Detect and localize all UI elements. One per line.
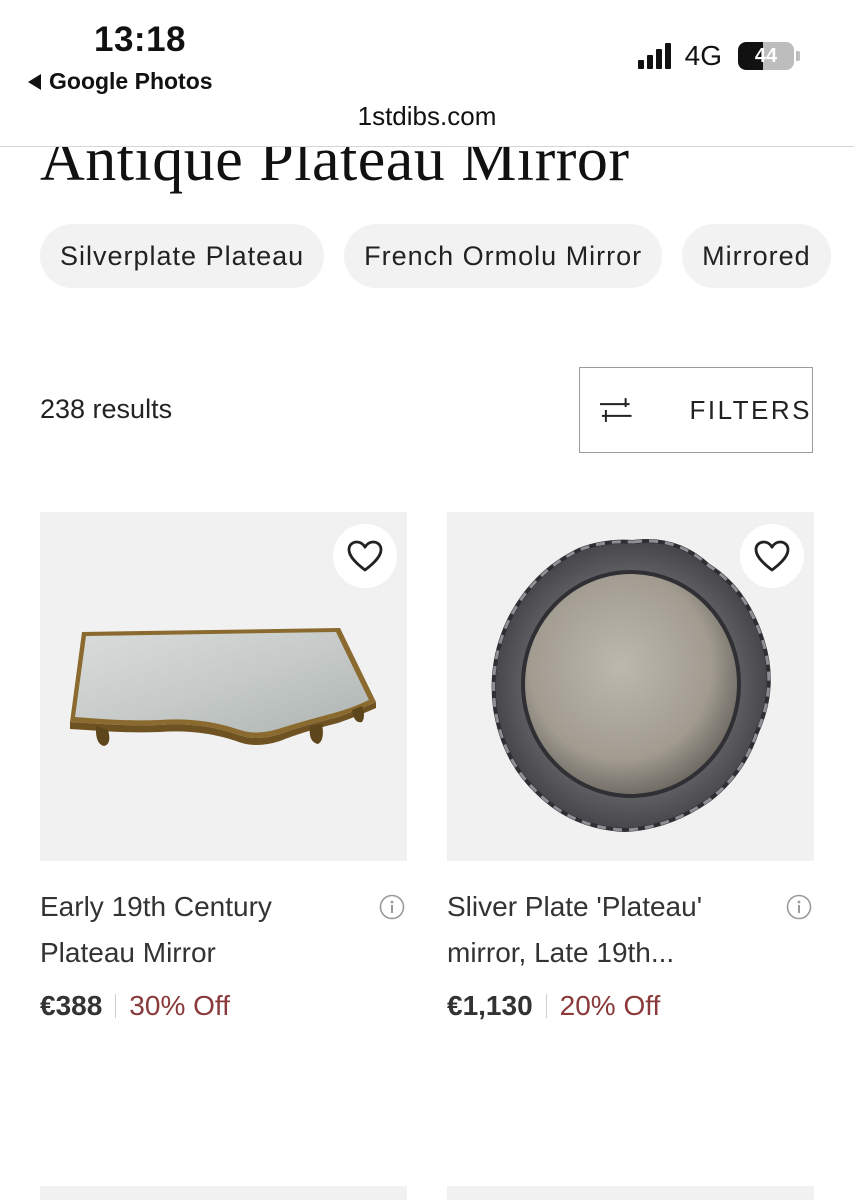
chip-silverplate-plateau[interactable]: Silverplate Plateau bbox=[40, 224, 325, 288]
heart-icon bbox=[347, 540, 383, 572]
product-title[interactable]: Sliver Plate 'Plateau' mirror, Late 19th… bbox=[447, 884, 747, 976]
product-price: €1,130 bbox=[447, 990, 533, 1021]
favorite-button[interactable] bbox=[740, 524, 804, 588]
product-card[interactable]: Early 19th Century Plateau Mirror €388 3… bbox=[40, 512, 407, 1021]
info-icon[interactable] bbox=[786, 894, 812, 920]
status-time: 13:18 bbox=[94, 20, 187, 59]
network-type: 4G bbox=[684, 40, 722, 71]
price-row: €388 30% Off bbox=[40, 990, 230, 1022]
product-price: €388 bbox=[40, 990, 103, 1021]
back-to-google-photos[interactable]: Google Photos bbox=[28, 68, 213, 95]
info-icon[interactable] bbox=[379, 894, 405, 920]
results-count: 238 results bbox=[40, 394, 173, 424]
product-discount: 20% Off bbox=[559, 990, 661, 1021]
product-image[interactable] bbox=[40, 512, 407, 861]
price-separator bbox=[545, 994, 547, 1018]
url-bar[interactable]: 1stdibs.com bbox=[0, 101, 854, 132]
product-title[interactable]: Early 19th Century Plateau Mirror bbox=[40, 884, 340, 976]
signal-icon bbox=[637, 43, 671, 69]
page-title-container: Antique Plateau Mirror bbox=[0, 147, 854, 207]
battery-icon: 44 bbox=[738, 42, 800, 70]
price-separator bbox=[115, 994, 117, 1018]
product-discount: 30% Off bbox=[129, 990, 230, 1021]
back-link-label: Google Photos bbox=[49, 68, 213, 94]
filters-icon bbox=[599, 398, 632, 422]
next-product-card[interactable] bbox=[40, 1186, 407, 1200]
filters-button[interactable]: FILTERS bbox=[579, 367, 813, 453]
next-product-card[interactable] bbox=[447, 1186, 814, 1200]
product-card[interactable]: Sliver Plate 'Plateau' mirror, Late 19th… bbox=[447, 512, 814, 1021]
product-image[interactable] bbox=[447, 512, 814, 861]
status-indicators: 4G 44 bbox=[637, 40, 800, 72]
chip-mirrored[interactable]: Mirrored bbox=[682, 224, 831, 288]
price-row: €1,130 20% Off bbox=[447, 990, 660, 1022]
battery-percent: 44 bbox=[754, 45, 778, 67]
related-search-chips: Silverplate Plateau French Ormolu Mirror… bbox=[40, 224, 854, 288]
back-arrow-icon bbox=[28, 73, 41, 90]
page-title: Antique Plateau Mirror bbox=[40, 147, 630, 194]
favorite-button[interactable] bbox=[333, 524, 397, 588]
chip-french-ormolu-mirror[interactable]: French Ormolu Mirror bbox=[344, 224, 663, 288]
heart-icon bbox=[754, 540, 790, 572]
filters-label: FILTERS bbox=[689, 394, 812, 425]
